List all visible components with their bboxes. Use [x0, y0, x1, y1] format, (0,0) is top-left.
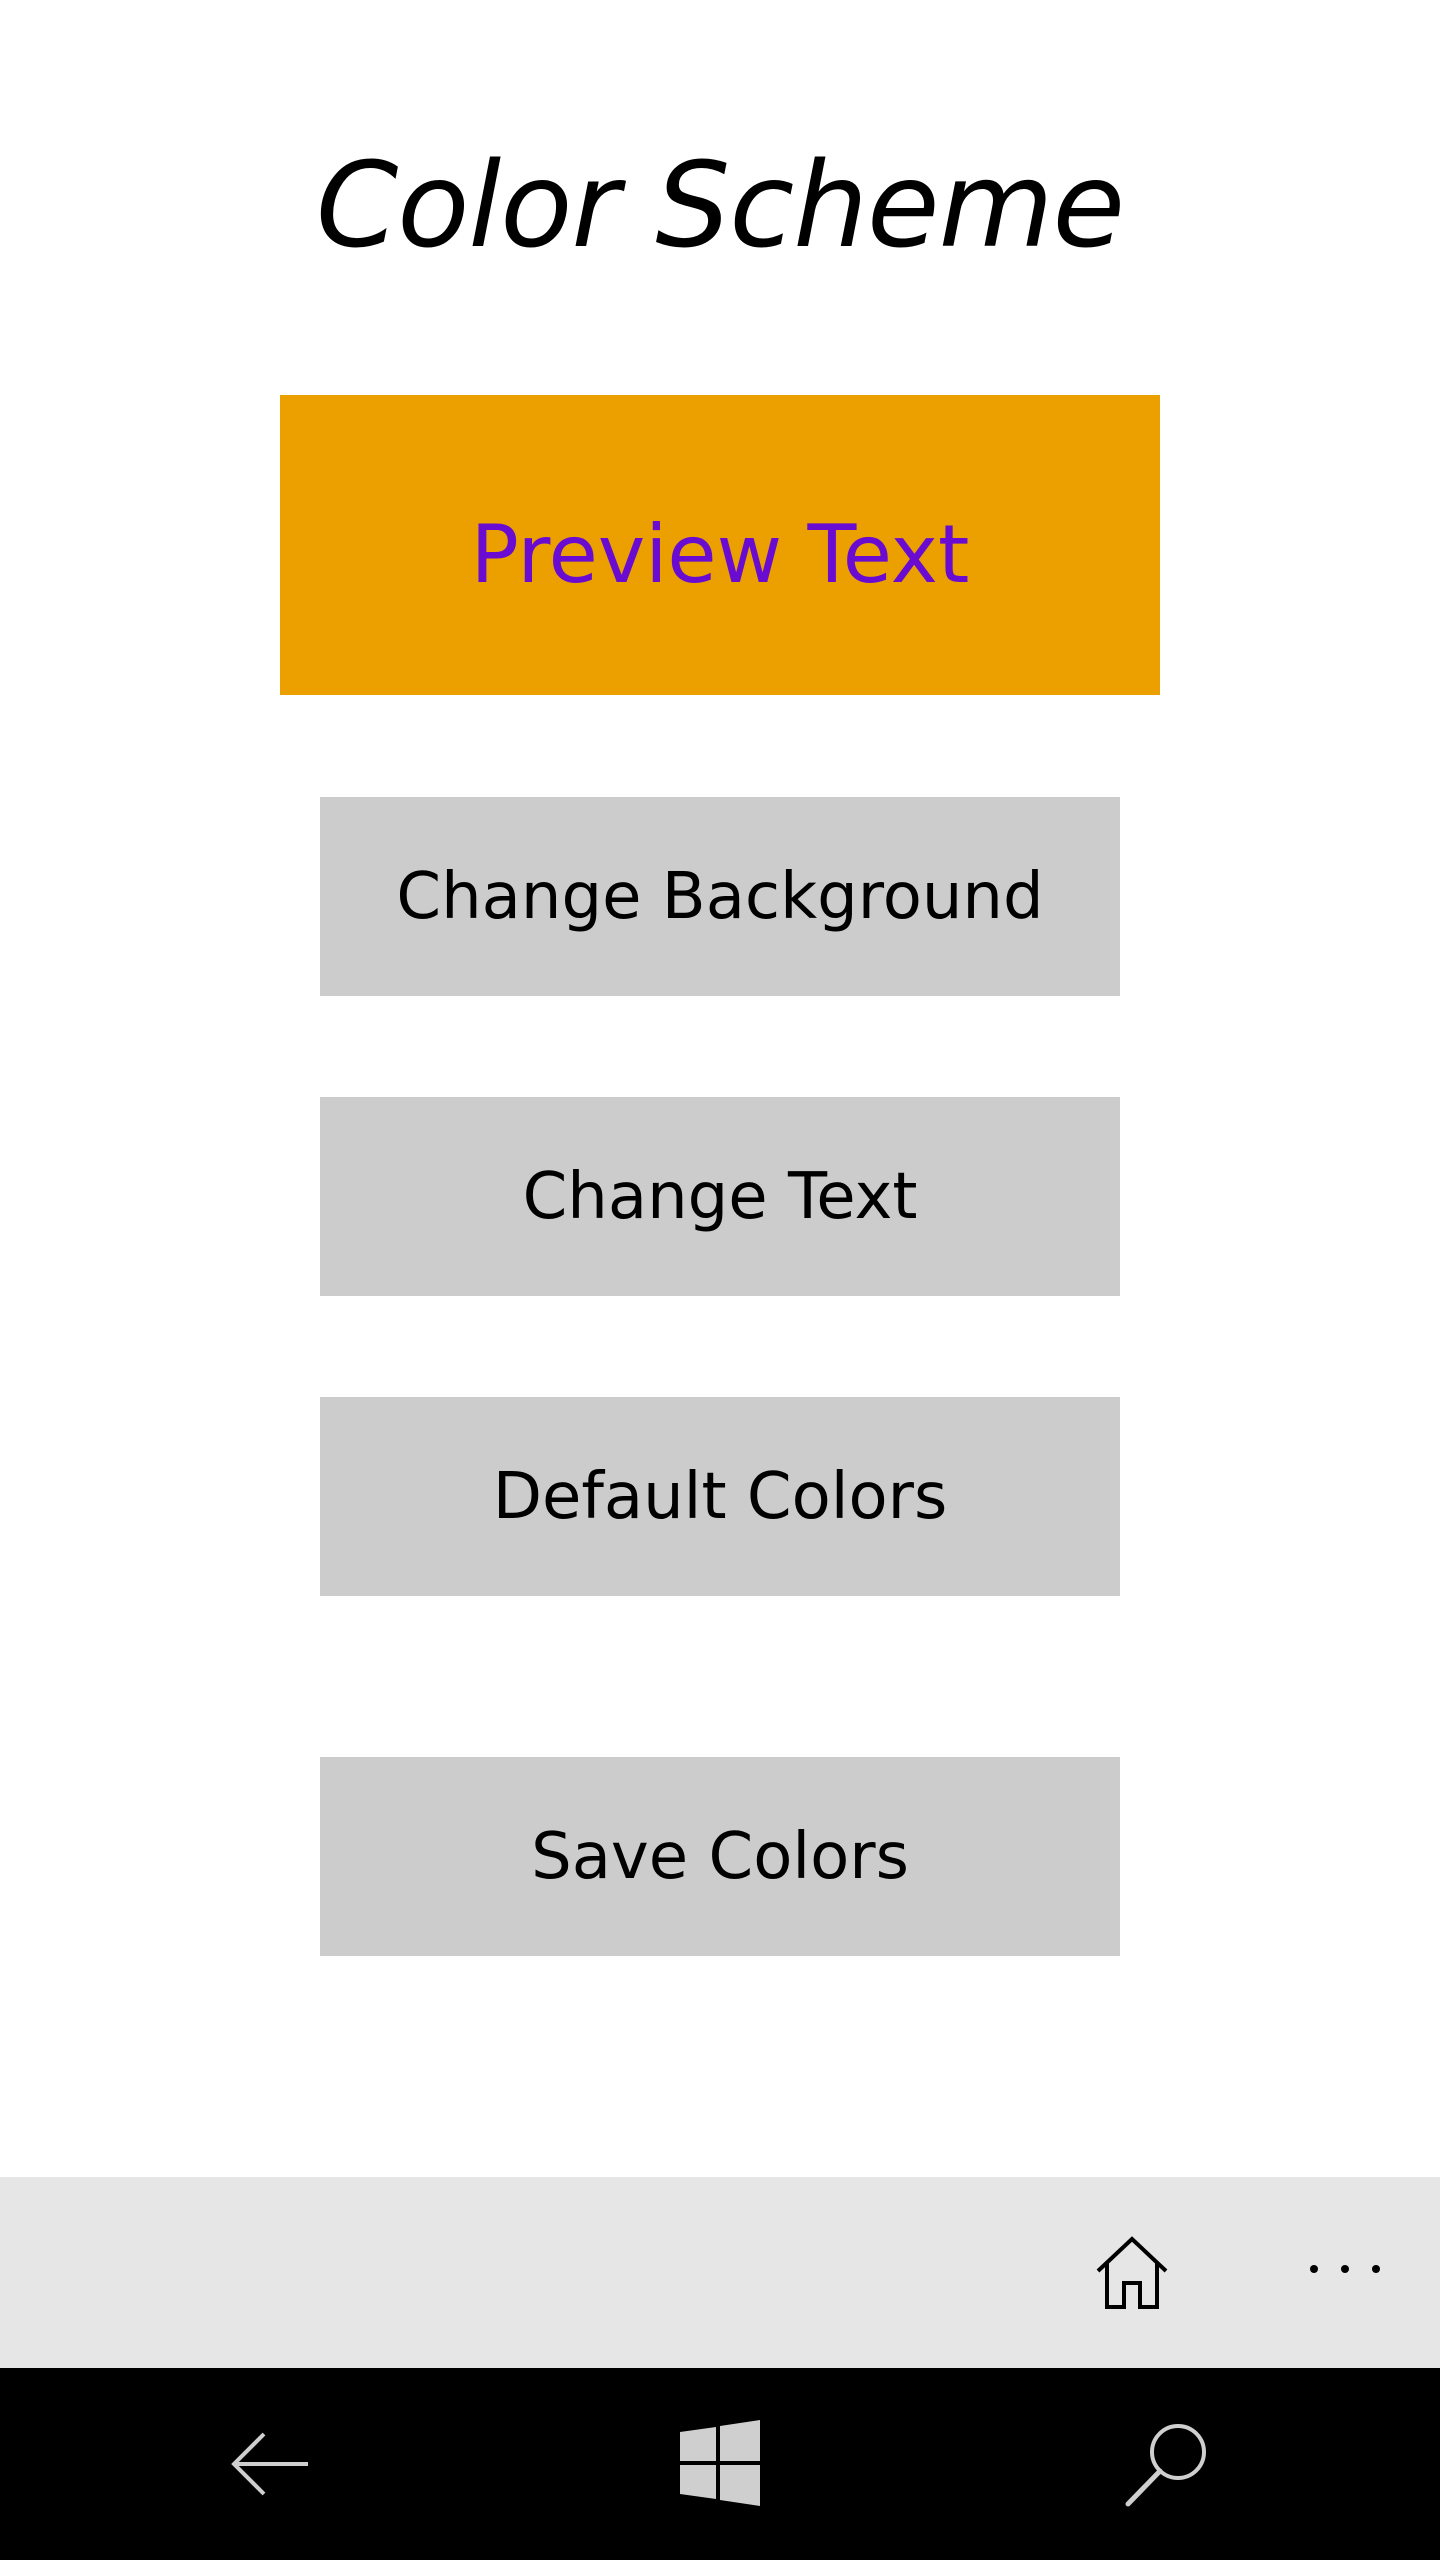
- page-title: Color Scheme: [315, 136, 1125, 274]
- color-scheme-page: Color Scheme Preview Text Change Backgro…: [0, 0, 1440, 2560]
- change-text-button[interactable]: Change Text: [320, 1097, 1120, 1296]
- change-background-button[interactable]: Change Background: [320, 797, 1120, 996]
- search-icon[interactable]: [1120, 2416, 1216, 2512]
- app-bar: [0, 2177, 1440, 2368]
- preview-box: Preview Text: [280, 395, 1160, 695]
- windows-logo-icon[interactable]: [672, 2416, 768, 2512]
- home-icon[interactable]: [1092, 2233, 1172, 2313]
- preview-text: Preview Text: [470, 508, 970, 601]
- default-colors-button[interactable]: Default Colors: [320, 1397, 1120, 1596]
- save-colors-button[interactable]: Save Colors: [320, 1757, 1120, 1956]
- system-nav-bar: [0, 2368, 1440, 2560]
- back-arrow-icon[interactable]: [224, 2416, 320, 2512]
- more-icon[interactable]: [1300, 2229, 1390, 2309]
